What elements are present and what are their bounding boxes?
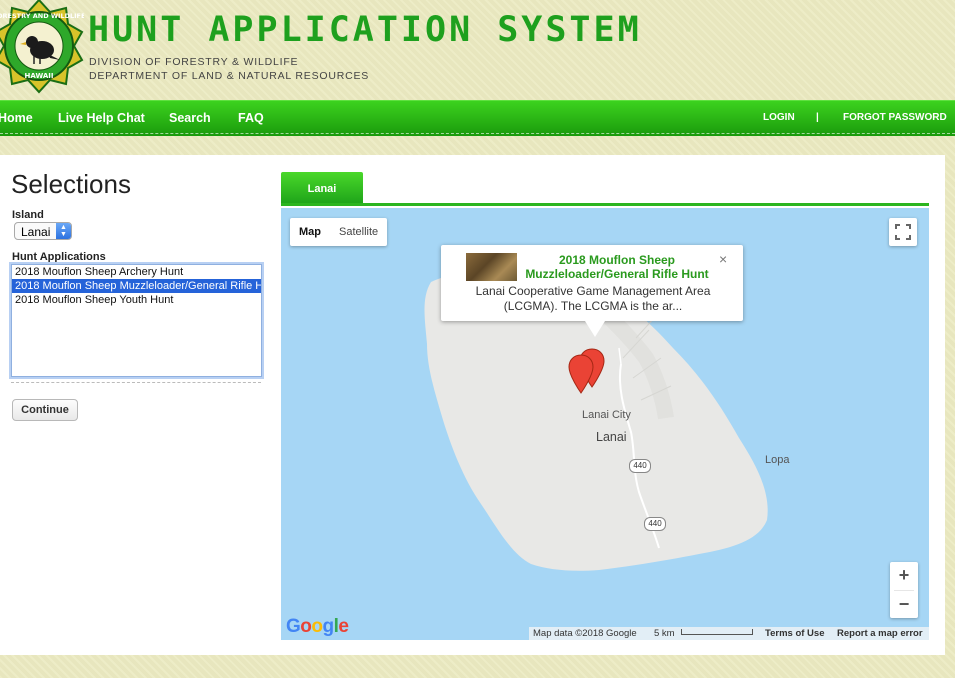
report-map-error-link[interactable]: Report a map error xyxy=(837,628,923,639)
google-logo[interactable]: Google xyxy=(286,616,349,638)
zoom-control: + − xyxy=(890,562,918,618)
island-select[interactable]: Lanai ▲ ▼ xyxy=(14,222,72,240)
zoom-out-button[interactable]: − xyxy=(890,591,918,619)
nav-forgot-password[interactable]: FORGOT PASSWORD xyxy=(843,112,947,123)
google-logo-letter: e xyxy=(338,616,349,637)
google-logo-letter: o xyxy=(311,616,323,637)
map-attribution-bar: Map data ©2018 Google 5 km Terms of Use … xyxy=(529,627,929,640)
map[interactable]: Map Satellite Lanai City Lanai Lopa 440 … xyxy=(281,208,929,640)
map-type-map-button[interactable]: Map xyxy=(290,218,330,246)
road-badge: 440 xyxy=(644,517,666,531)
divider xyxy=(11,382,261,383)
site-title: HUNT APPLICATION SYSTEM xyxy=(88,10,642,50)
division-subtitle: DIVISION OF FORESTRY & WILDLIFE xyxy=(89,56,299,68)
island-label: Island xyxy=(12,209,44,221)
info-window-description: Lanai Cooperative Game Management Area (… xyxy=(475,284,711,313)
hunt-option[interactable]: 2018 Mouflon Sheep Youth Hunt xyxy=(12,293,261,307)
place-lanai: Lanai xyxy=(596,430,627,444)
hunt-applications-label: Hunt Applications xyxy=(12,251,106,263)
google-logo-letter: o xyxy=(300,616,312,637)
header: FORESTRY AND WILDLIFE HAWAII HUNT APPLIC… xyxy=(0,0,955,100)
nav-separator: | xyxy=(816,112,819,123)
terms-of-use-link[interactable]: Terms of Use xyxy=(765,628,824,639)
road-badge: 440 xyxy=(629,459,651,473)
fullscreen-icon xyxy=(895,224,911,240)
hunt-applications-list[interactable]: 2018 Mouflon Sheep Archery Hunt 2018 Mou… xyxy=(11,264,262,377)
island-select-value: Lanai xyxy=(21,225,51,239)
map-type-satellite-button[interactable]: Satellite xyxy=(330,218,387,246)
nav-search[interactable]: Search xyxy=(169,111,211,125)
selections-title: Selections xyxy=(11,169,131,199)
place-lopa: Lopa xyxy=(765,454,790,466)
map-info-window: 2018 Mouflon Sheep Muzzleloader/General … xyxy=(441,245,743,337)
scale-label: 5 km xyxy=(654,628,675,639)
map-data-attribution: Map data ©2018 Google xyxy=(533,628,637,639)
hunt-thumbnail-image xyxy=(466,253,517,281)
hunt-option[interactable]: 2018 Mouflon Sheep Archery Hunt xyxy=(12,265,261,279)
select-arrows-icon: ▲ ▼ xyxy=(56,223,71,239)
close-icon[interactable]: × xyxy=(719,251,727,267)
zoom-in-button[interactable]: + xyxy=(890,562,918,590)
main-nav: Home Live Help Chat Search FAQ LOGIN | F… xyxy=(0,100,955,136)
content-panel: Selections Island Lanai ▲ ▼ Hunt Applicat… xyxy=(0,155,945,655)
department-subtitle: DEPARTMENT OF LAND & NATURAL RESOURCES xyxy=(89,70,370,82)
forestry-wildlife-logo: FORESTRY AND WILDLIFE HAWAII xyxy=(0,0,84,94)
place-lanai-city: Lanai City xyxy=(582,409,631,421)
tab-underline xyxy=(281,203,929,206)
map-marker-icon[interactable] xyxy=(568,354,594,394)
nav-faq[interactable]: FAQ xyxy=(238,111,264,125)
logo-text-top: FORESTRY AND WILDLIFE xyxy=(0,12,84,20)
map-type-control: Map Satellite xyxy=(290,218,388,246)
logo-text-bottom: HAWAII xyxy=(25,72,54,80)
nav-home[interactable]: Home xyxy=(0,111,33,125)
google-logo-letter: g xyxy=(322,616,335,637)
google-logo-letter: G xyxy=(286,616,301,637)
scale-bar xyxy=(681,629,753,635)
info-window-title[interactable]: 2018 Mouflon Sheep Muzzleloader/General … xyxy=(519,253,715,281)
tab-lanai[interactable]: Lanai xyxy=(281,172,363,203)
nav-live-help-chat[interactable]: Live Help Chat xyxy=(58,111,145,125)
continue-button[interactable]: Continue xyxy=(12,399,78,421)
nav-login[interactable]: LOGIN xyxy=(763,112,795,123)
hunt-option-selected[interactable]: 2018 Mouflon Sheep Muzzleloader/General … xyxy=(12,279,261,293)
fullscreen-button[interactable] xyxy=(889,218,917,246)
